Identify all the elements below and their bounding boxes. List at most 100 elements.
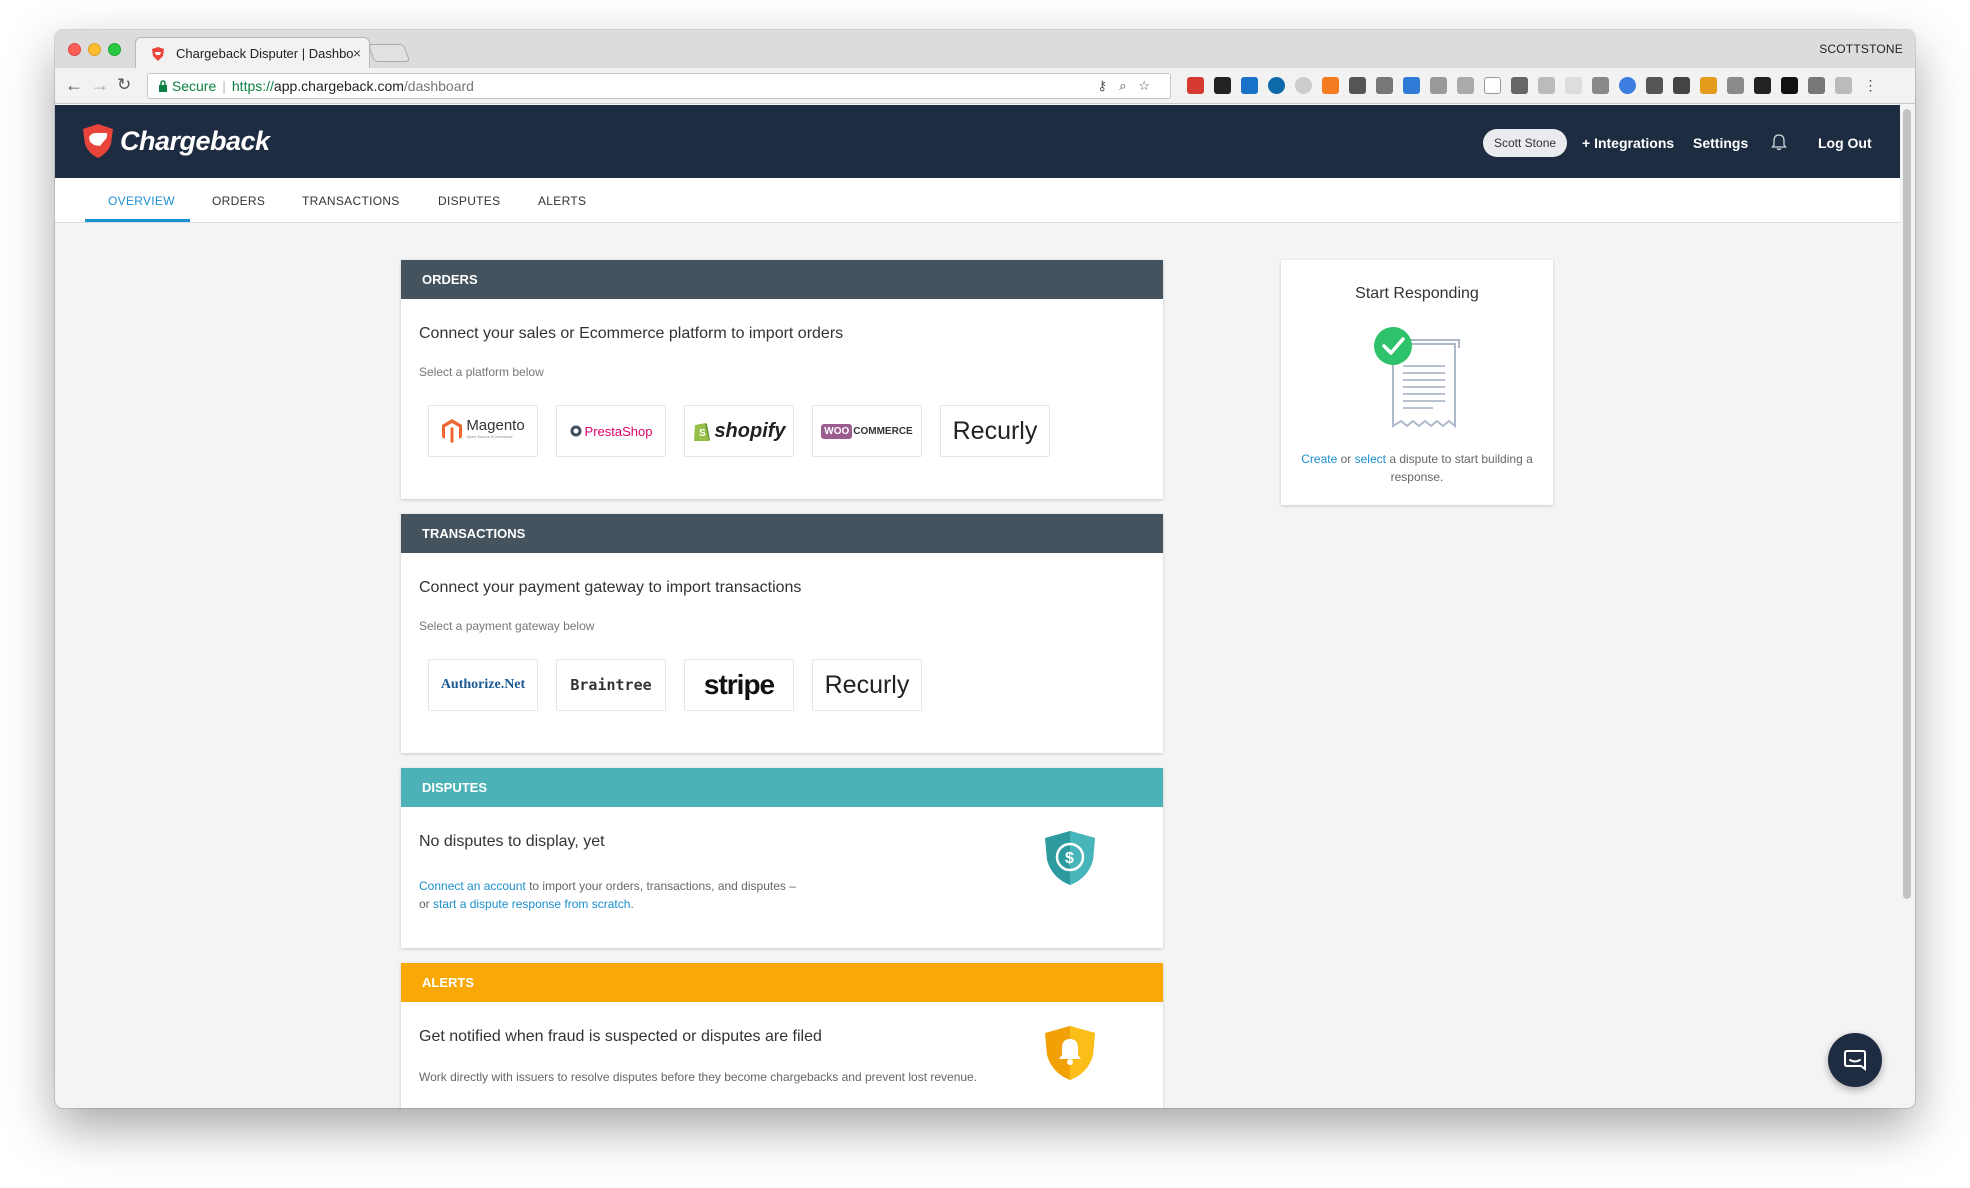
extension-icon[interactable] — [1376, 77, 1393, 94]
key-icon[interactable]: ⚷ — [1098, 78, 1120, 93]
extension-icon[interactable] — [1241, 77, 1258, 94]
tab-overview[interactable]: OVERVIEW — [108, 194, 175, 208]
extension-icon[interactable] — [1619, 77, 1636, 94]
start-responding-title: Start Responding — [1355, 285, 1479, 302]
new-tab-button[interactable] — [367, 44, 411, 62]
bell-icon[interactable] — [1771, 133, 1787, 151]
tab-disputes[interactable]: DISPUTES — [438, 194, 500, 208]
orders-header: ORDERS — [401, 260, 1163, 299]
alerts-card: ALERTS Get notified when fraud is suspec… — [401, 963, 1163, 1108]
extension-icon[interactable] — [1349, 77, 1366, 94]
start-dispute-link[interactable]: start a dispute response from scratch — [433, 897, 630, 911]
extension-icon[interactable] — [1187, 77, 1204, 94]
recurly-label: Recurly — [952, 416, 1038, 445]
create-dispute-link[interactable]: Create — [1301, 452, 1337, 466]
forward-arrow-icon[interactable]: → — [91, 75, 109, 96]
platform-magento[interactable]: Magento Open Source eCommerce — [428, 405, 538, 457]
tab-orders[interactable]: ORDERS — [212, 194, 265, 208]
extension-icon[interactable] — [1484, 77, 1501, 94]
svg-text:$: $ — [1065, 850, 1074, 867]
extension-icon[interactable] — [1727, 77, 1744, 94]
extension-icon[interactable] — [1835, 77, 1852, 94]
back-arrow-icon[interactable]: ← — [65, 75, 83, 96]
shopify-bag-icon: S — [694, 423, 711, 441]
browser-window: Chargeback Disputer | Dashbo × SCOTTSTON… — [55, 30, 1915, 1108]
start-responding-body: a dispute to start building a response. — [1385, 452, 1533, 484]
tab-transactions[interactable]: TRANSACTIONS — [302, 194, 400, 208]
tab-close-icon[interactable]: × — [353, 45, 361, 61]
platform-shopify[interactable]: S shopify — [684, 405, 794, 457]
gateway-stripe[interactable]: stripe — [684, 659, 794, 711]
chat-launcher-button[interactable] — [1828, 1033, 1882, 1087]
extension-icon[interactable] — [1457, 77, 1474, 94]
user-menu-button[interactable]: Scott Stone — [1483, 129, 1568, 157]
reload-icon[interactable]: ↻ — [117, 75, 131, 95]
alerts-header: ALERTS — [401, 963, 1163, 1002]
dispute-shield-icon: $ — [1045, 831, 1095, 885]
maximize-window-button[interactable] — [108, 43, 121, 56]
orders-card: ORDERS Connect your sales or Ecommerce p… — [401, 260, 1163, 499]
brand-logo[interactable]: Chargeback — [80, 122, 270, 160]
url-host: app.chargeback.com — [273, 78, 404, 94]
page-scrollbar[interactable] — [1900, 105, 1915, 1108]
extension-icon[interactable] — [1700, 77, 1717, 94]
extension-icon[interactable] — [1322, 77, 1339, 94]
close-window-button[interactable] — [68, 43, 81, 56]
extension-icon[interactable] — [1673, 77, 1690, 94]
url-scheme: https:// — [231, 78, 274, 94]
extensions-bar: ⋮ — [1187, 77, 1879, 94]
extension-icon[interactable] — [1646, 77, 1663, 94]
disputes-text-1: to import your orders, transactions, and… — [525, 879, 796, 893]
minimize-window-button[interactable] — [88, 43, 101, 56]
extension-icon[interactable] — [1538, 77, 1555, 94]
extension-icon[interactable] — [1268, 77, 1285, 94]
extension-icon[interactable] — [1781, 77, 1798, 94]
logo-text: Chargeback — [120, 125, 270, 156]
connect-account-link[interactable]: Connect an account — [419, 879, 526, 893]
integrations-link[interactable]: + Integrations — [1582, 135, 1674, 151]
platform-woocommerce[interactable]: WOO COMMERCE — [812, 405, 922, 457]
zoom-icon[interactable]: ⌕ — [1119, 78, 1138, 93]
extension-icon[interactable] — [1754, 77, 1771, 94]
app-header: Chargeback Scott Stone + Integrations Se… — [55, 105, 1900, 178]
or-text: or — [1337, 452, 1355, 466]
extension-icon[interactable] — [1808, 77, 1825, 94]
extension-icon[interactable] — [1214, 77, 1231, 94]
gateway-authorize-net[interactable]: Authorize.Net — [428, 659, 538, 711]
menu-kebab-icon[interactable]: ⋮ — [1862, 77, 1879, 94]
extension-icon[interactable] — [1511, 77, 1528, 94]
magento-logo-icon — [442, 419, 463, 443]
tab-alerts[interactable]: ALERTS — [538, 194, 586, 208]
extension-icon[interactable] — [1592, 77, 1609, 94]
chat-bubble-icon — [1844, 1050, 1866, 1071]
transactions-title: Connect your payment gateway to import t… — [419, 579, 802, 596]
profile-name[interactable]: SCOTTSTONE — [1819, 42, 1903, 56]
secure-label: Secure — [171, 78, 217, 94]
extension-icon[interactable] — [1430, 77, 1447, 94]
sub-navigation: OVERVIEW ORDERS TRANSACTIONS DISPUTES AL… — [55, 178, 1900, 223]
orders-title: Connect your sales or Ecommerce platform… — [419, 325, 844, 342]
logout-link[interactable]: Log Out — [1818, 135, 1872, 151]
platform-prestashop[interactable]: PrestaShop — [556, 405, 666, 457]
transactions-card: TRANSACTIONS Connect your payment gatewa… — [401, 514, 1163, 753]
alert-shield-icon — [1045, 1026, 1095, 1080]
select-dispute-link[interactable]: select — [1355, 452, 1386, 466]
gateway-braintree[interactable]: Braintree — [556, 659, 666, 711]
browser-tab[interactable]: Chargeback Disputer | Dashbo × — [135, 37, 370, 68]
extension-icon[interactable] — [1565, 77, 1582, 94]
favicon-icon — [152, 47, 164, 61]
platform-recurly[interactable]: Recurly — [940, 405, 1050, 457]
address-bar[interactable]: Secure | https://app.chargeback.com/dashbo… — [147, 73, 1171, 99]
gateway-recurly[interactable]: Recurly — [812, 659, 922, 711]
shopify-label: shopify — [714, 419, 786, 442]
extension-icon[interactable] — [1403, 77, 1420, 94]
start-responding-card: Start Responding Create or select a disp… — [1281, 260, 1553, 505]
tab-strip: Chargeback Disputer | Dashbo × SCOTTSTON… — [55, 30, 1915, 68]
extension-icon[interactable] — [1295, 77, 1312, 94]
star-icon[interactable]: ☆ — [1138, 78, 1162, 93]
scrollbar-thumb[interactable] — [1903, 109, 1911, 899]
url-path: /dashboard — [403, 78, 474, 94]
gateway-list: Authorize.Net Braintree stripe Recurly — [428, 659, 1163, 711]
settings-link[interactable]: Settings — [1693, 135, 1748, 151]
omnibox-actions: ⚷⌕☆ — [1098, 74, 1162, 98]
